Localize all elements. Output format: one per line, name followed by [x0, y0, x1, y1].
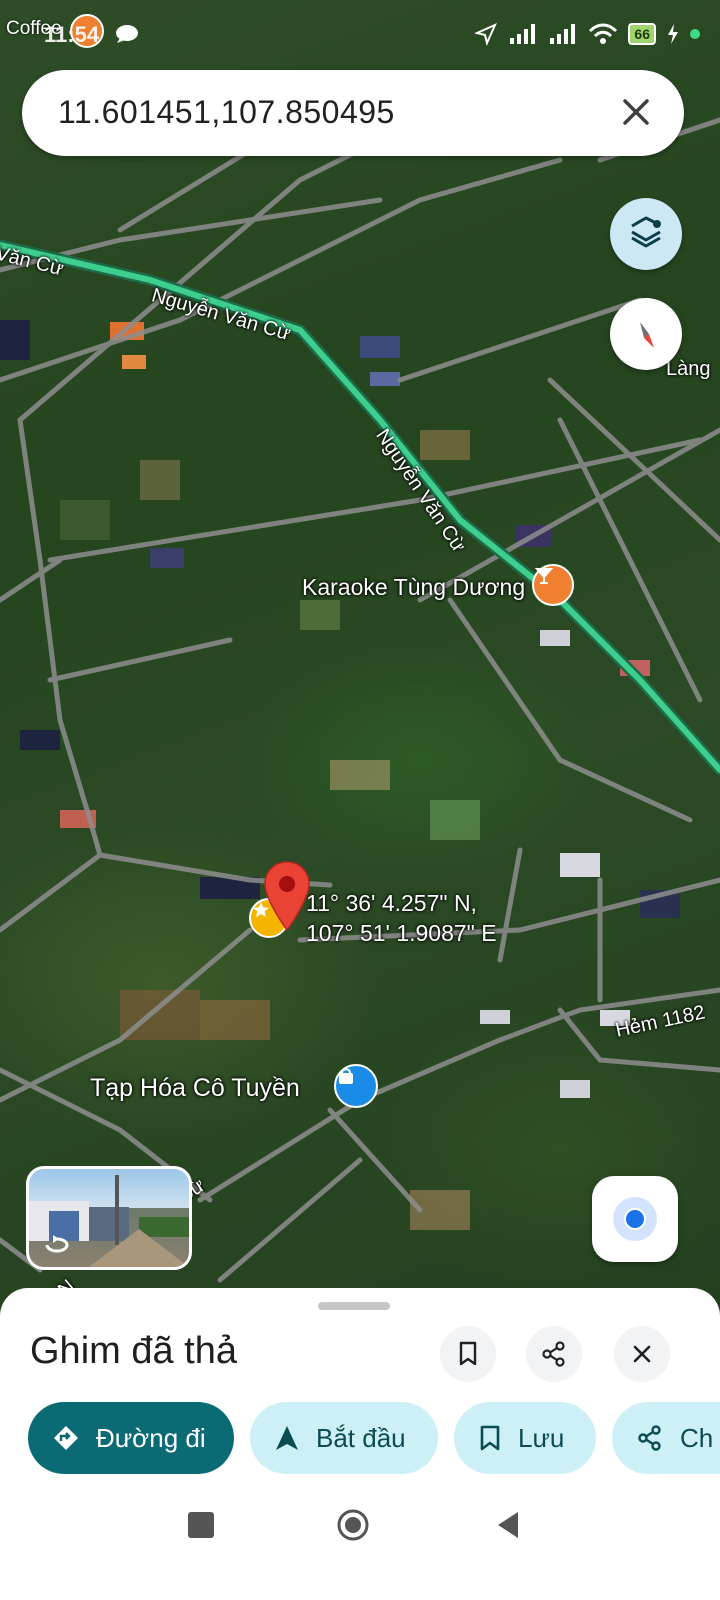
map-features: [0, 117, 720, 1283]
battery-level: 66: [628, 23, 656, 45]
layers-icon: [631, 216, 661, 248]
system-nav-bar: [0, 1478, 720, 1600]
satellite-map[interactable]: Văn Cừ Nguyễn Văn Cừ Nguyễn Văn Cừ Hẻm 1…: [0, 0, 720, 1330]
my-location-button[interactable]: [592, 1176, 678, 1262]
start-label: Bắt đầu: [316, 1422, 406, 1453]
pin-longitude: 107° 51' 1.9087" E: [306, 920, 497, 946]
privacy-dot: [690, 29, 700, 39]
action-chips: Đường đi Bắt đầu Lưu Ch: [28, 1402, 720, 1476]
signal-icon-2: [550, 24, 576, 44]
location-arrow-icon: [474, 23, 498, 46]
status-time: 11:54: [44, 22, 100, 47]
signal-icon: [510, 24, 536, 44]
bookmark-outline-icon: [480, 1425, 500, 1451]
clear-search-icon[interactable]: [614, 90, 658, 134]
share-icon-button[interactable]: [526, 1326, 582, 1382]
close-sheet-button[interactable]: [614, 1326, 670, 1382]
share-label: Ch: [680, 1422, 714, 1453]
directions-button[interactable]: Đường đi: [28, 1402, 234, 1474]
wifi-icon: [589, 23, 618, 44]
directions-icon: [54, 1426, 78, 1450]
save-icon-button[interactable]: [440, 1326, 496, 1382]
search-bar[interactable]: 11.601451,107.850495: [22, 70, 684, 156]
navigation-arrow-icon: [276, 1426, 298, 1450]
compass-icon: [640, 322, 654, 348]
drag-handle[interactable]: [318, 1302, 390, 1310]
pin-coordinates: 11° 36' 4.257" N, 107° 51' 1.9087" E: [306, 888, 497, 948]
charging-bolt-icon: [668, 24, 678, 44]
back-button[interactable]: [494, 1510, 522, 1540]
layers-button[interactable]: [610, 198, 682, 270]
status-icons: 66: [474, 22, 700, 46]
status-bar: Coffee 11:54 66: [0, 0, 720, 70]
recents-button[interactable]: [188, 1512, 214, 1538]
pin-latitude: 11° 36' 4.257" N,: [306, 890, 477, 916]
share-icon: [542, 1341, 565, 1367]
share-chip-icon: [638, 1425, 661, 1451]
poi-label-karaoke[interactable]: Karaoke Tùng Dương: [302, 574, 525, 601]
my-location-icon: [613, 1197, 657, 1241]
save-label: Lưu: [518, 1422, 565, 1453]
buildings: [0, 320, 680, 1098]
shopping-bag-icon[interactable]: [334, 1064, 378, 1108]
place-label-lang[interactable]: Làng: [666, 358, 711, 381]
save-button[interactable]: Lưu: [454, 1402, 596, 1474]
directions-label: Đường đi: [96, 1422, 206, 1453]
poi-label-store[interactable]: Tạp Hóa Cô Tuyền: [90, 1074, 300, 1103]
street-view-thumbnail[interactable]: [26, 1166, 192, 1270]
start-button[interactable]: Bắt đầu: [250, 1402, 438, 1474]
share-button[interactable]: Ch: [612, 1402, 720, 1474]
close-icon: [633, 1345, 651, 1363]
compass-button[interactable]: [610, 298, 682, 370]
back-icon: [498, 1512, 518, 1538]
street-view-rotate-icon: [43, 1231, 71, 1259]
home-button[interactable]: [336, 1508, 370, 1542]
bookmark-icon: [459, 1341, 477, 1366]
sheet-title: Ghim đã thả: [30, 1330, 237, 1372]
chat-icon: [114, 24, 140, 44]
home-icon: [337, 1509, 369, 1541]
search-query[interactable]: 11.601451,107.850495: [58, 94, 395, 131]
dropped-pin-icon[interactable]: [262, 860, 312, 932]
bar-icon[interactable]: [532, 564, 574, 606]
